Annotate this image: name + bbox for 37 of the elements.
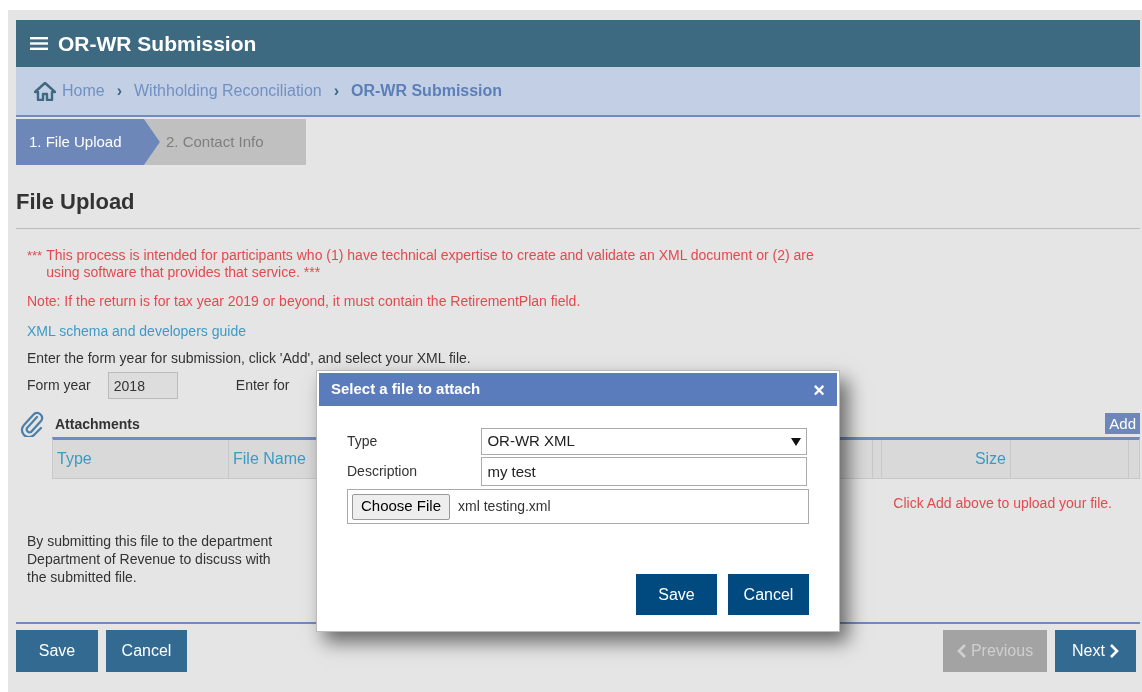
description-field[interactable]: my test <box>481 457 807 486</box>
dialog-title: Select a file to attach <box>331 379 481 400</box>
choose-file-button[interactable]: Choose File <box>352 493 451 520</box>
empty-message: Click Add above to upload your file. <box>893 494 1113 513</box>
add-button[interactable]: Add <box>1105 413 1140 434</box>
wizard-step[interactable]: 1. File Upload <box>16 119 160 165</box>
file-name-text: xml testing.xml <box>458 497 551 516</box>
cancel-button[interactable]: Cancel <box>728 574 809 615</box>
cancel-button[interactable]: Cancel <box>106 630 187 672</box>
page-header-title: OR-WR Submission <box>58 30 257 57</box>
asterisk-marker: *** <box>27 247 43 265</box>
chevron-right-icon <box>1108 643 1119 659</box>
home-icon[interactable] <box>34 81 56 101</box>
type-label: Type <box>347 432 379 451</box>
description-label: Description <box>347 462 419 481</box>
disclaimer-text: By submitting this file to the department <box>27 532 273 550</box>
form-type-label: Enter for <box>235 376 290 395</box>
note-text: Note: If the return is for tax year 2019 or beyond, it must contain the RetirementPlan field. <box>27 292 582 311</box>
save-button[interactable]: Save <box>636 574 717 615</box>
breadcrumb-separator: › <box>333 81 339 101</box>
disclaimer-text: the submitted file. <box>27 568 137 586</box>
chevron-left-icon <box>956 643 967 659</box>
paperclip-icon <box>19 411 45 437</box>
section-heading: File Upload <box>16 188 136 216</box>
caret-icon <box>791 437 801 446</box>
next-button[interactable]: Next <box>1055 630 1136 672</box>
warning-message: This process is intended for participants who (1) have technical expertise to create and validate an XML document or (2) are using software that provides that service. *** <box>46 247 815 281</box>
disclaimer-text: Department of Revenue to discuss with <box>27 550 271 568</box>
breadcrumb-separator: › <box>116 81 122 101</box>
type-dropdown[interactable]: OR-WR XML <box>481 428 807 455</box>
menu-icon[interactable] <box>30 36 48 51</box>
save-button[interactable]: Save <box>16 630 98 672</box>
form-year-label: Form year <box>27 376 91 395</box>
attachments-heading: Attachments <box>55 415 140 434</box>
close-button[interactable]: × <box>813 379 825 400</box>
instruction-text: Enter the form year for submission, click 'Add', and select your XML file. <box>27 349 471 368</box>
file-field[interactable]: Choose File xml testing.xml <box>347 489 809 524</box>
